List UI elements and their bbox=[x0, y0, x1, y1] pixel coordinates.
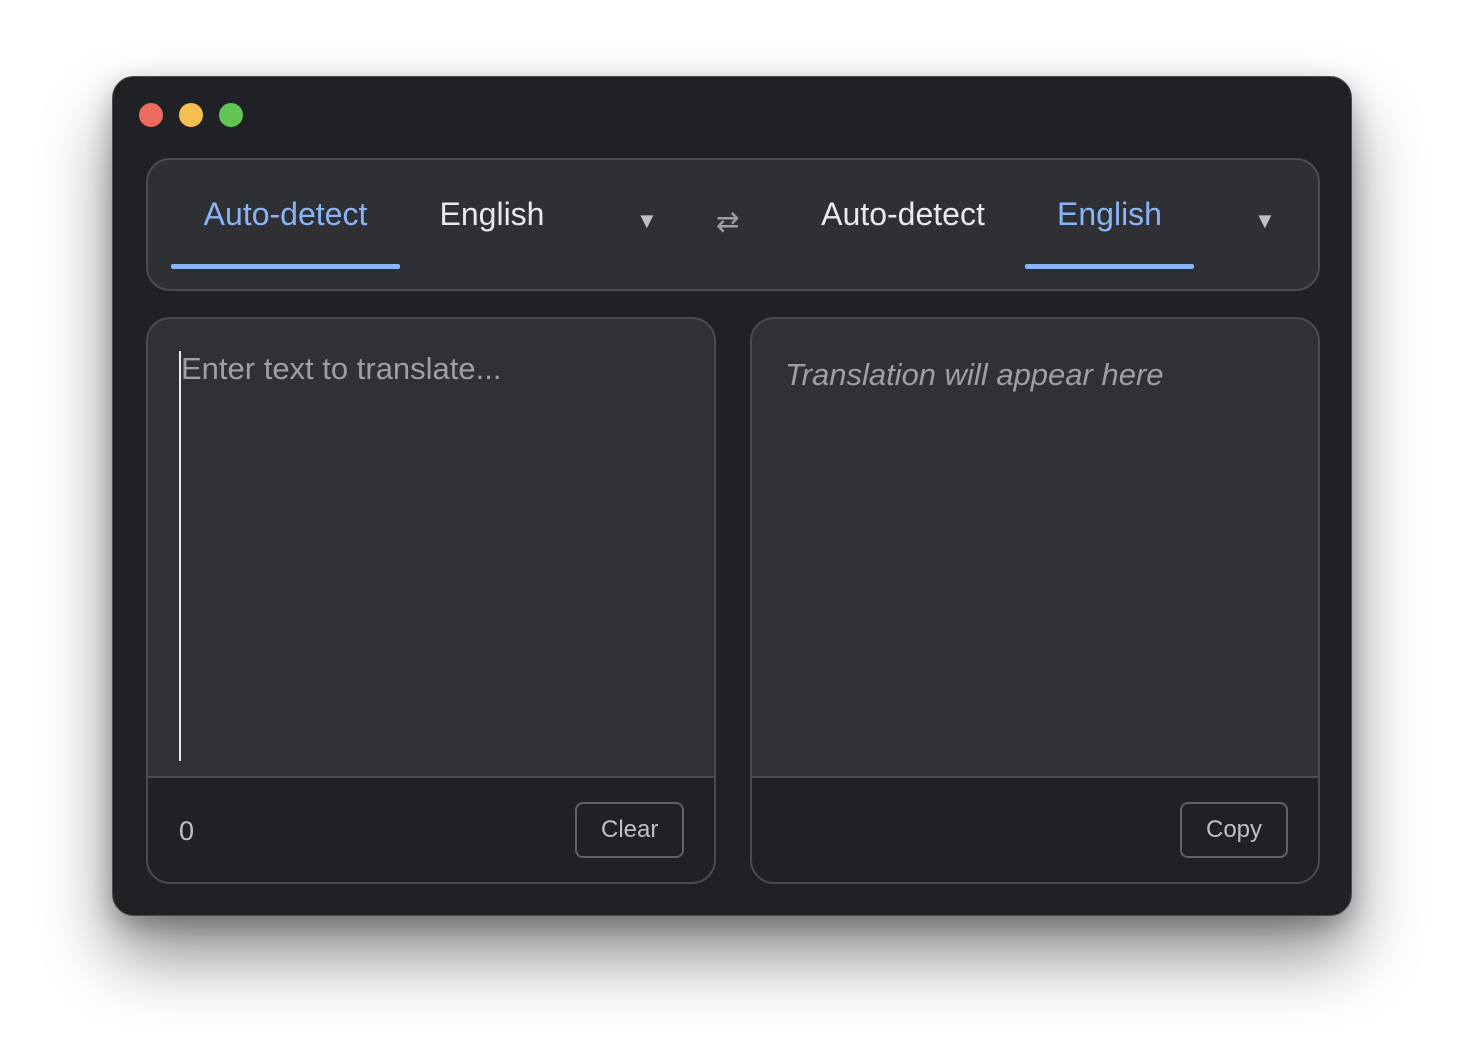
translation-output: Translation will appear here bbox=[785, 357, 1164, 392]
source-panel: 0 Clear bbox=[146, 317, 716, 884]
clear-button[interactable]: Clear bbox=[575, 802, 685, 858]
copy-button[interactable]: Copy bbox=[1180, 802, 1289, 858]
source-text-input[interactable] bbox=[179, 351, 684, 761]
language-bar: Auto-detect English ▼ ⇄ Auto-detect Engl… bbox=[146, 158, 1320, 291]
source-language-dropdown-icon[interactable]: ▼ bbox=[636, 208, 658, 234]
character-count: 0 bbox=[179, 816, 195, 846]
maximize-window-button[interactable] bbox=[219, 103, 243, 127]
target-tab-auto-detect[interactable]: Auto-detect bbox=[808, 160, 998, 268]
close-window-button[interactable] bbox=[139, 103, 163, 127]
minimize-window-button[interactable] bbox=[179, 103, 203, 127]
target-panel-footer: Copy bbox=[752, 776, 1318, 882]
source-tab-english[interactable]: English bbox=[416, 160, 568, 268]
translator-window: Auto-detect English ▼ ⇄ Auto-detect Engl… bbox=[112, 76, 1352, 916]
target-panel: Translation will appear here Copy bbox=[750, 317, 1320, 884]
target-tab-english[interactable]: English bbox=[1025, 160, 1194, 269]
target-language-dropdown-icon[interactable]: ▼ bbox=[1254, 208, 1276, 234]
source-tab-auto-detect[interactable]: Auto-detect bbox=[171, 160, 400, 269]
source-panel-footer: 0 Clear bbox=[148, 776, 714, 882]
swap-languages-icon[interactable]: ⇄ bbox=[716, 205, 739, 238]
